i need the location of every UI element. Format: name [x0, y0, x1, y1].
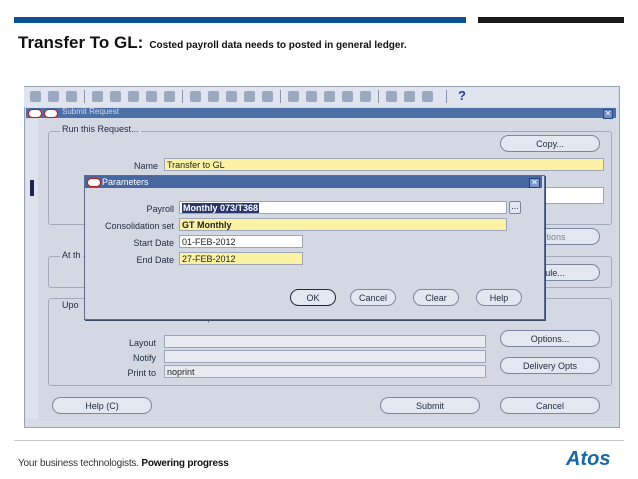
translations-icon[interactable]: [324, 91, 335, 102]
toolbar-divider: [446, 90, 447, 103]
window-icon[interactable]: [404, 91, 415, 102]
notify-field[interactable]: [164, 350, 486, 363]
toolbar-divider: [182, 90, 183, 103]
print-to-label: Print to: [127, 368, 156, 378]
list-of-values-button[interactable]: ...: [509, 201, 521, 214]
tagline-bold: Powering progress: [141, 458, 229, 469]
tagline-plain: Your business technologists.: [18, 458, 139, 469]
payroll-value: Monthly 073/T368: [182, 203, 260, 213]
clear-button[interactable]: Clear: [413, 289, 459, 306]
end-date-field[interactable]: 27-FEB-2012: [179, 252, 303, 265]
start-date-field[interactable]: 01-FEB-2012: [179, 235, 303, 248]
oracle-logo-icon: [44, 109, 58, 118]
oracle-logo-icon: [28, 109, 42, 118]
help-button[interactable]: Help (C): [52, 397, 152, 414]
toolbar-divider: [378, 90, 379, 103]
form-sidebar: [26, 119, 38, 419]
zoom-icon[interactable]: [306, 91, 317, 102]
toolbar-divider: [84, 90, 85, 103]
clear-record-icon[interactable]: [244, 91, 255, 102]
consolidation-set-field[interactable]: GT Monthly: [179, 218, 507, 231]
close-icon[interactable]: ✕: [529, 178, 540, 188]
copy-icon[interactable]: [208, 91, 219, 102]
footer-tagline: Your business technologists. Powering pr…: [18, 458, 229, 469]
end-date-label: End Date: [136, 255, 174, 265]
payroll-label: Payroll: [146, 204, 174, 214]
window-title: Submit Request: [62, 107, 119, 116]
open-icon[interactable]: [48, 91, 59, 102]
parameters-titlebar: [85, 176, 542, 188]
new-icon[interactable]: [30, 91, 41, 102]
parameters-help-button[interactable]: Help: [476, 289, 522, 306]
schedule-label: At th: [60, 250, 83, 260]
edit-field-icon[interactable]: [288, 91, 299, 102]
record-icon[interactable]: [422, 91, 433, 102]
completion-label: Upo: [60, 300, 81, 310]
folder-icon[interactable]: [360, 91, 371, 102]
parameters-cancel-button[interactable]: Cancel: [350, 289, 396, 306]
ok-button[interactable]: OK: [290, 289, 336, 306]
tools-icon[interactable]: [386, 91, 397, 102]
delete-record-icon[interactable]: [262, 91, 273, 102]
notify-label: Notify: [132, 353, 156, 363]
help-icon[interactable]: ?: [458, 88, 466, 103]
switch-responsibility-icon[interactable]: [110, 91, 121, 102]
print-to-field[interactable]: noprint: [164, 365, 486, 378]
print-icon[interactable]: [128, 91, 139, 102]
cut-icon[interactable]: [190, 91, 201, 102]
copy-button[interactable]: Copy...: [500, 135, 600, 152]
atos-logo: Atos: [566, 448, 611, 470]
name-field[interactable]: Transfer to GL: [164, 158, 604, 171]
title-rule-dark: [478, 17, 624, 23]
footer-divider: [14, 440, 624, 441]
start-date-label: Start Date: [133, 238, 174, 248]
next-step-icon[interactable]: [92, 91, 103, 102]
slide-title: Transfer To GL: Costed payroll data needs…: [18, 33, 407, 53]
name-label: Name: [133, 161, 158, 171]
folder-tools-icon[interactable]: [164, 91, 175, 102]
record-indicator: [30, 180, 34, 196]
slide-subtitle: Costed payroll data needs to posted in g…: [149, 40, 407, 51]
layout-label: Layout: [128, 338, 156, 348]
payroll-field[interactable]: Monthly 073/T368: [179, 201, 507, 214]
consolidation-set-label: Consolidation set: [104, 221, 174, 231]
run-request-label: Run this Request...: [60, 124, 141, 134]
completion-options-button[interactable]: Options...: [500, 330, 600, 347]
attachments-icon[interactable]: [342, 91, 353, 102]
delivery-opts-button[interactable]: Delivery Opts: [500, 357, 600, 374]
oracle-logo-icon: [87, 178, 101, 187]
layout-field[interactable]: [164, 335, 486, 348]
toolbar-divider: [280, 90, 281, 103]
close-icon[interactable]: ✕: [603, 109, 613, 119]
title-rule-blue: [14, 17, 466, 23]
paste-icon[interactable]: [226, 91, 237, 102]
close-form-icon[interactable]: [146, 91, 157, 102]
parameters-title: Parameters: [102, 177, 149, 187]
save-icon[interactable]: [66, 91, 77, 102]
submit-button[interactable]: Submit: [380, 397, 480, 414]
cancel-button[interactable]: Cancel: [500, 397, 600, 414]
slide-title-main: Transfer To GL:: [18, 33, 144, 52]
